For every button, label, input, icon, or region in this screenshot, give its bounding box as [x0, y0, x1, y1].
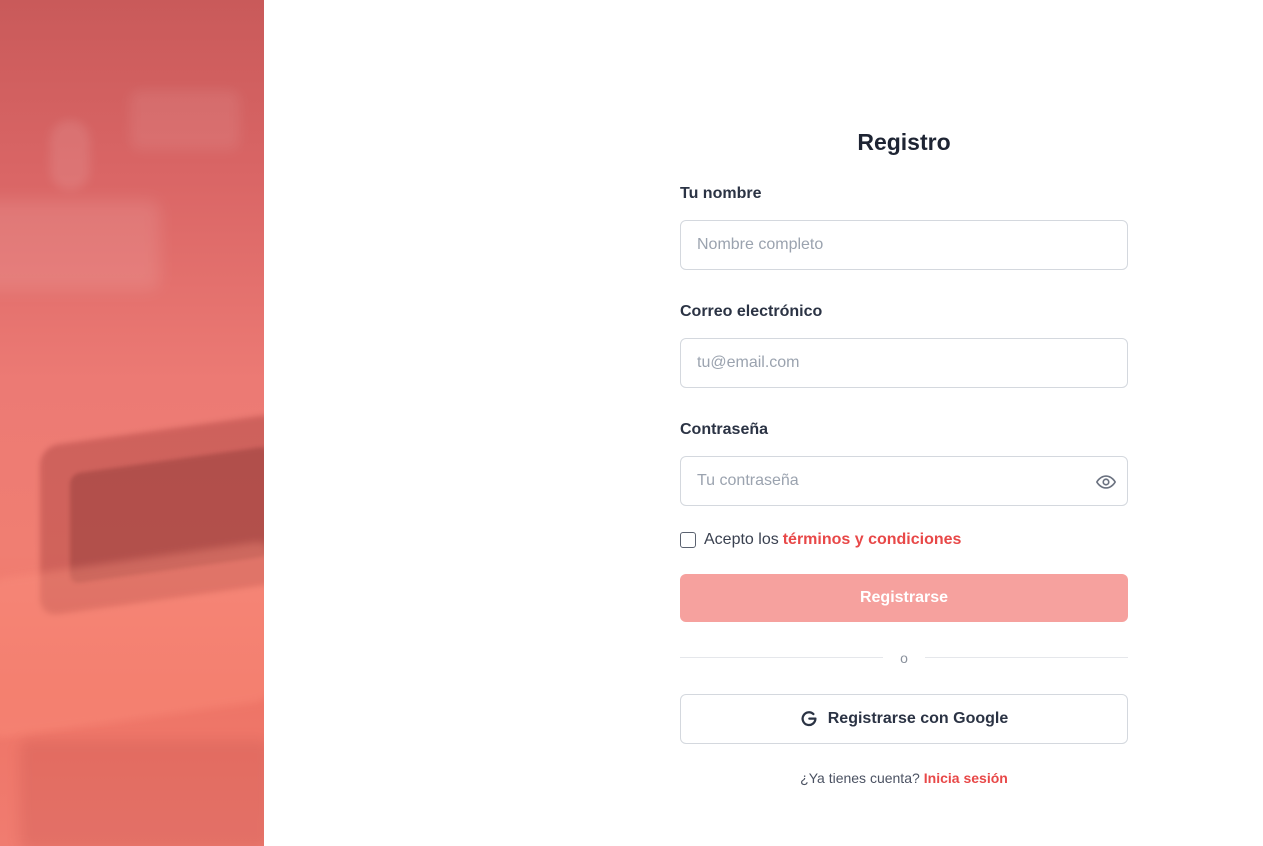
- eye-icon[interactable]: [1095, 471, 1117, 493]
- name-label: Tu nombre: [680, 185, 762, 202]
- email-field-box: [680, 338, 1128, 388]
- google-g-icon: [800, 710, 818, 728]
- or-divider: o: [680, 648, 1128, 668]
- password-input[interactable]: [681, 457, 1127, 505]
- terms-row: Acepto los términos y condiciones: [680, 530, 1128, 550]
- terms-checkbox[interactable]: [680, 532, 696, 548]
- register-button[interactable]: Registrarse: [680, 574, 1128, 622]
- login-link[interactable]: Inicia sesión: [924, 770, 1008, 786]
- password-label: Contraseña: [680, 421, 769, 438]
- email-label: Correo electrónico: [680, 303, 823, 320]
- login-question: ¿Ya tienes cuenta?: [800, 770, 920, 786]
- name-input[interactable]: [681, 221, 1127, 269]
- email-input[interactable]: [681, 339, 1127, 387]
- terms-text: Acepto los: [704, 531, 779, 548]
- name-field-box: [680, 220, 1128, 270]
- login-prompt: ¿Ya tienes cuenta? Inicia sesión: [680, 768, 1128, 788]
- divider-text: o: [900, 650, 908, 666]
- google-button-label: Registrarse con Google: [827, 710, 1009, 727]
- register-form: Registro Tu nombre Correo electrónico Co…: [680, 124, 1128, 788]
- google-register-button[interactable]: Registrarse con Google: [680, 694, 1128, 744]
- hero-image-panel: [0, 0, 264, 846]
- page-title: Registro: [857, 129, 951, 155]
- password-field-box: [680, 456, 1128, 506]
- terms-link[interactable]: términos y condiciones: [783, 531, 962, 549]
